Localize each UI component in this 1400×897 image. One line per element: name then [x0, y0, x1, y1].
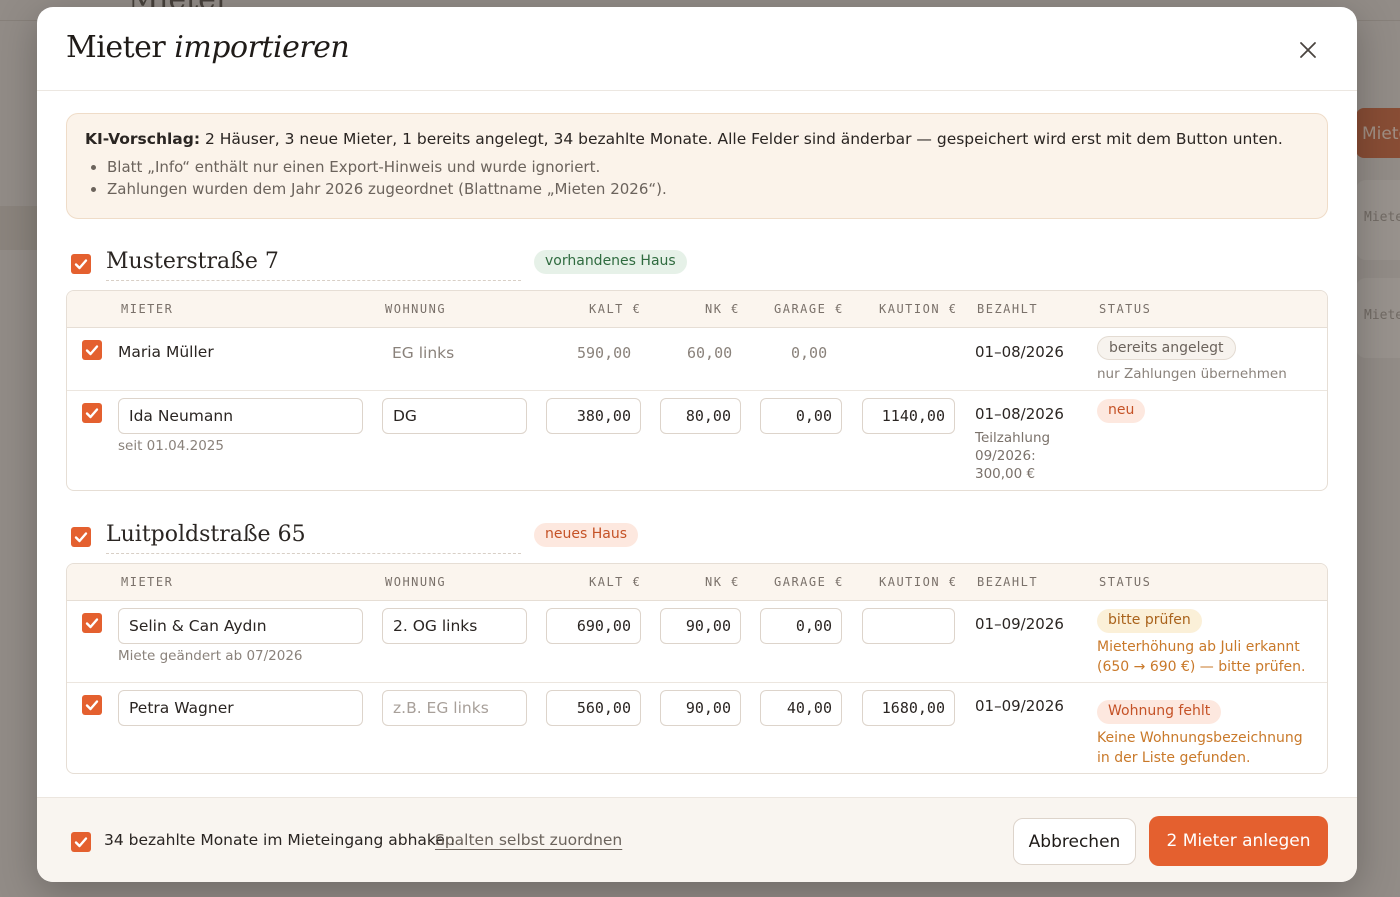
tenant-checkbox[interactable] — [82, 613, 102, 633]
notice-bullet: Blatt „Info“ enthält nur einen Export-Hi… — [107, 156, 1309, 178]
column-header: WOHNUNG — [385, 575, 447, 589]
tenant-nk-input[interactable]: 80,00 — [660, 398, 741, 434]
column-header: KAUTION € — [879, 575, 958, 589]
tenant-nk-input[interactable]: 90,00 — [660, 690, 741, 726]
tenant-garage-input[interactable]: 0,00 — [760, 608, 842, 644]
notice-label: KI-Vorschlag: — [85, 130, 201, 148]
column-header: NK € — [705, 302, 740, 316]
table-row: Maria Müller EG links 590,00 60,00 0,00 … — [67, 328, 1327, 391]
tenant-name-input[interactable]: Selin & Can Aydın — [118, 608, 363, 644]
tenant-kalt-input[interactable]: 560,00 — [546, 690, 641, 726]
tenant-garage: 0,00 — [791, 344, 828, 362]
tenant-checkbox[interactable] — [82, 695, 102, 715]
tenant-checkbox[interactable] — [82, 403, 102, 423]
dialog-title: Mieter importieren — [66, 30, 350, 65]
mark-paid-checkbox[interactable] — [71, 832, 91, 852]
house-status-badge: vorhandenes Haus — [534, 250, 687, 274]
tenant-unit-input[interactable]: DG — [382, 398, 527, 434]
tenant-kalt: 590,00 — [577, 344, 632, 362]
house-header: Luitpoldstraße 65 neues Haus — [66, 520, 1328, 556]
column-header: KALT € — [589, 575, 642, 589]
tenant-paid-note: Teilzahlung 09/2026: 300,00 € — [975, 430, 1051, 482]
table-row: Selin & Can Aydın Miete geändert ab 07/2… — [67, 601, 1327, 683]
tenant-paid: 01–09/2026 — [975, 697, 1064, 715]
column-header: WOHNUNG — [385, 302, 447, 316]
dialog-footer: 34 bezahlte Monate im Mieteingang abhake… — [37, 797, 1357, 882]
mark-paid-label: 34 bezahlte Monate im Mieteingang abhake… — [104, 831, 455, 849]
house-header: Musterstraße 7 vorhandenes Haus — [66, 247, 1328, 283]
tenant-status-warning: Mieterhöhung ab Juli erkannt (650 → 690 … — [1097, 639, 1306, 675]
tenant-status-badge: bitte prüfen — [1097, 609, 1202, 633]
dialog-title-italic: importieren — [174, 30, 350, 65]
tenant-paid: 01–08/2026 — [975, 405, 1064, 423]
close-icon[interactable] — [1295, 37, 1321, 63]
table-row: Petra Wagner z.B. EG links 560,00 90,00 … — [67, 683, 1327, 773]
column-header: GARAGE € — [774, 302, 844, 316]
tenant-since: seit 01.04.2025 — [118, 438, 224, 454]
tenant-status-note: nur Zahlungen übernehmen — [1097, 366, 1287, 382]
tenant-unit-input[interactable]: 2. OG links — [382, 608, 527, 644]
tenant-paid: 01–08/2026 — [975, 343, 1064, 361]
cancel-button[interactable]: Abbrechen — [1013, 818, 1136, 865]
tenant-garage-input[interactable]: 40,00 — [760, 690, 842, 726]
assign-columns-link[interactable]: Spalten selbst zuordnen — [435, 831, 622, 849]
dialog-title-plain: Mieter — [66, 30, 166, 65]
ai-suggestion-notice: KI-Vorschlag: 2 Häuser, 3 neue Mieter, 1… — [66, 113, 1328, 219]
create-tenants-button[interactable]: 2 Mieter anlegen — [1149, 816, 1328, 866]
tenant-table: MIETER WOHNUNG KALT € NK € GARAGE € KAUT… — [66, 290, 1328, 491]
tenant-deposit-input[interactable] — [862, 608, 955, 644]
column-header: MIETER — [121, 575, 174, 589]
import-dialog: Mieter importieren KI-Vorschlag: 2 Häuse… — [37, 7, 1357, 882]
tenant-nk-input[interactable]: 90,00 — [660, 608, 741, 644]
notice-summary-line: KI-Vorschlag: 2 Häuser, 3 neue Mieter, 1… — [85, 130, 1309, 148]
table-row: Ida Neumann seit 01.04.2025 DG 380,00 80… — [67, 391, 1327, 490]
notice-bullets: Blatt „Info“ enthält nur einen Export-Hi… — [85, 156, 1309, 200]
tenant-status-warning: Keine Wohnungsbezeichnung in der Liste g… — [1097, 730, 1303, 766]
notice-summary: 2 Häuser, 3 neue Mieter, 1 bereits angel… — [204, 130, 1283, 148]
tenant-paid: 01–09/2026 — [975, 615, 1064, 633]
house-name-field[interactable]: Musterstraße 7 — [106, 247, 521, 281]
tenant-name-input[interactable]: Petra Wagner — [118, 690, 363, 726]
column-header: MIETER — [121, 302, 174, 316]
tenant-status-badge: Wohnung fehlt — [1097, 700, 1222, 724]
table-header: MIETER WOHNUNG KALT € NK € GARAGE € KAUT… — [67, 564, 1327, 601]
tenant-unit-input[interactable]: z.B. EG links — [382, 690, 527, 726]
house-status-badge: neues Haus — [534, 523, 638, 547]
house-checkbox[interactable] — [71, 527, 91, 547]
column-header: STATUS — [1099, 575, 1152, 589]
tenant-kalt-input[interactable]: 380,00 — [546, 398, 641, 434]
notice-bullet: Zahlungen wurden dem Jahr 2026 zugeordne… — [107, 178, 1309, 200]
column-header: NK € — [705, 575, 740, 589]
tenant-name-input[interactable]: Ida Neumann — [118, 398, 363, 434]
column-header: STATUS — [1099, 302, 1152, 316]
tenant-kalt-input[interactable]: 690,00 — [546, 608, 641, 644]
column-header: GARAGE € — [774, 575, 844, 589]
tenant-unit: EG links — [392, 344, 455, 362]
house-checkbox[interactable] — [71, 254, 91, 274]
tenant-deposit-input[interactable]: 1680,00 — [862, 690, 955, 726]
table-header: MIETER WOHNUNG KALT € NK € GARAGE € KAUT… — [67, 291, 1327, 328]
tenant-name: Maria Müller — [118, 343, 214, 361]
column-header: BEZAHLT — [977, 302, 1039, 316]
tenant-status-badge: neu — [1097, 399, 1146, 423]
tenant-nk: 60,00 — [687, 344, 733, 362]
house-name-field[interactable]: Luitpoldstraße 65 — [106, 520, 521, 554]
column-header: KAUTION € — [879, 302, 958, 316]
tenant-garage-input[interactable]: 0,00 — [760, 398, 842, 434]
dialog-header: Mieter importieren — [37, 7, 1357, 91]
tenant-since: Miete geändert ab 07/2026 — [118, 648, 303, 664]
tenant-status-badge: bereits angelegt — [1097, 336, 1236, 360]
tenant-checkbox[interactable] — [82, 340, 102, 360]
tenant-table: MIETER WOHNUNG KALT € NK € GARAGE € KAUT… — [66, 563, 1328, 774]
tenant-deposit-input[interactable]: 1140,00 — [862, 398, 955, 434]
column-header: BEZAHLT — [977, 575, 1039, 589]
column-header: KALT € — [589, 302, 642, 316]
